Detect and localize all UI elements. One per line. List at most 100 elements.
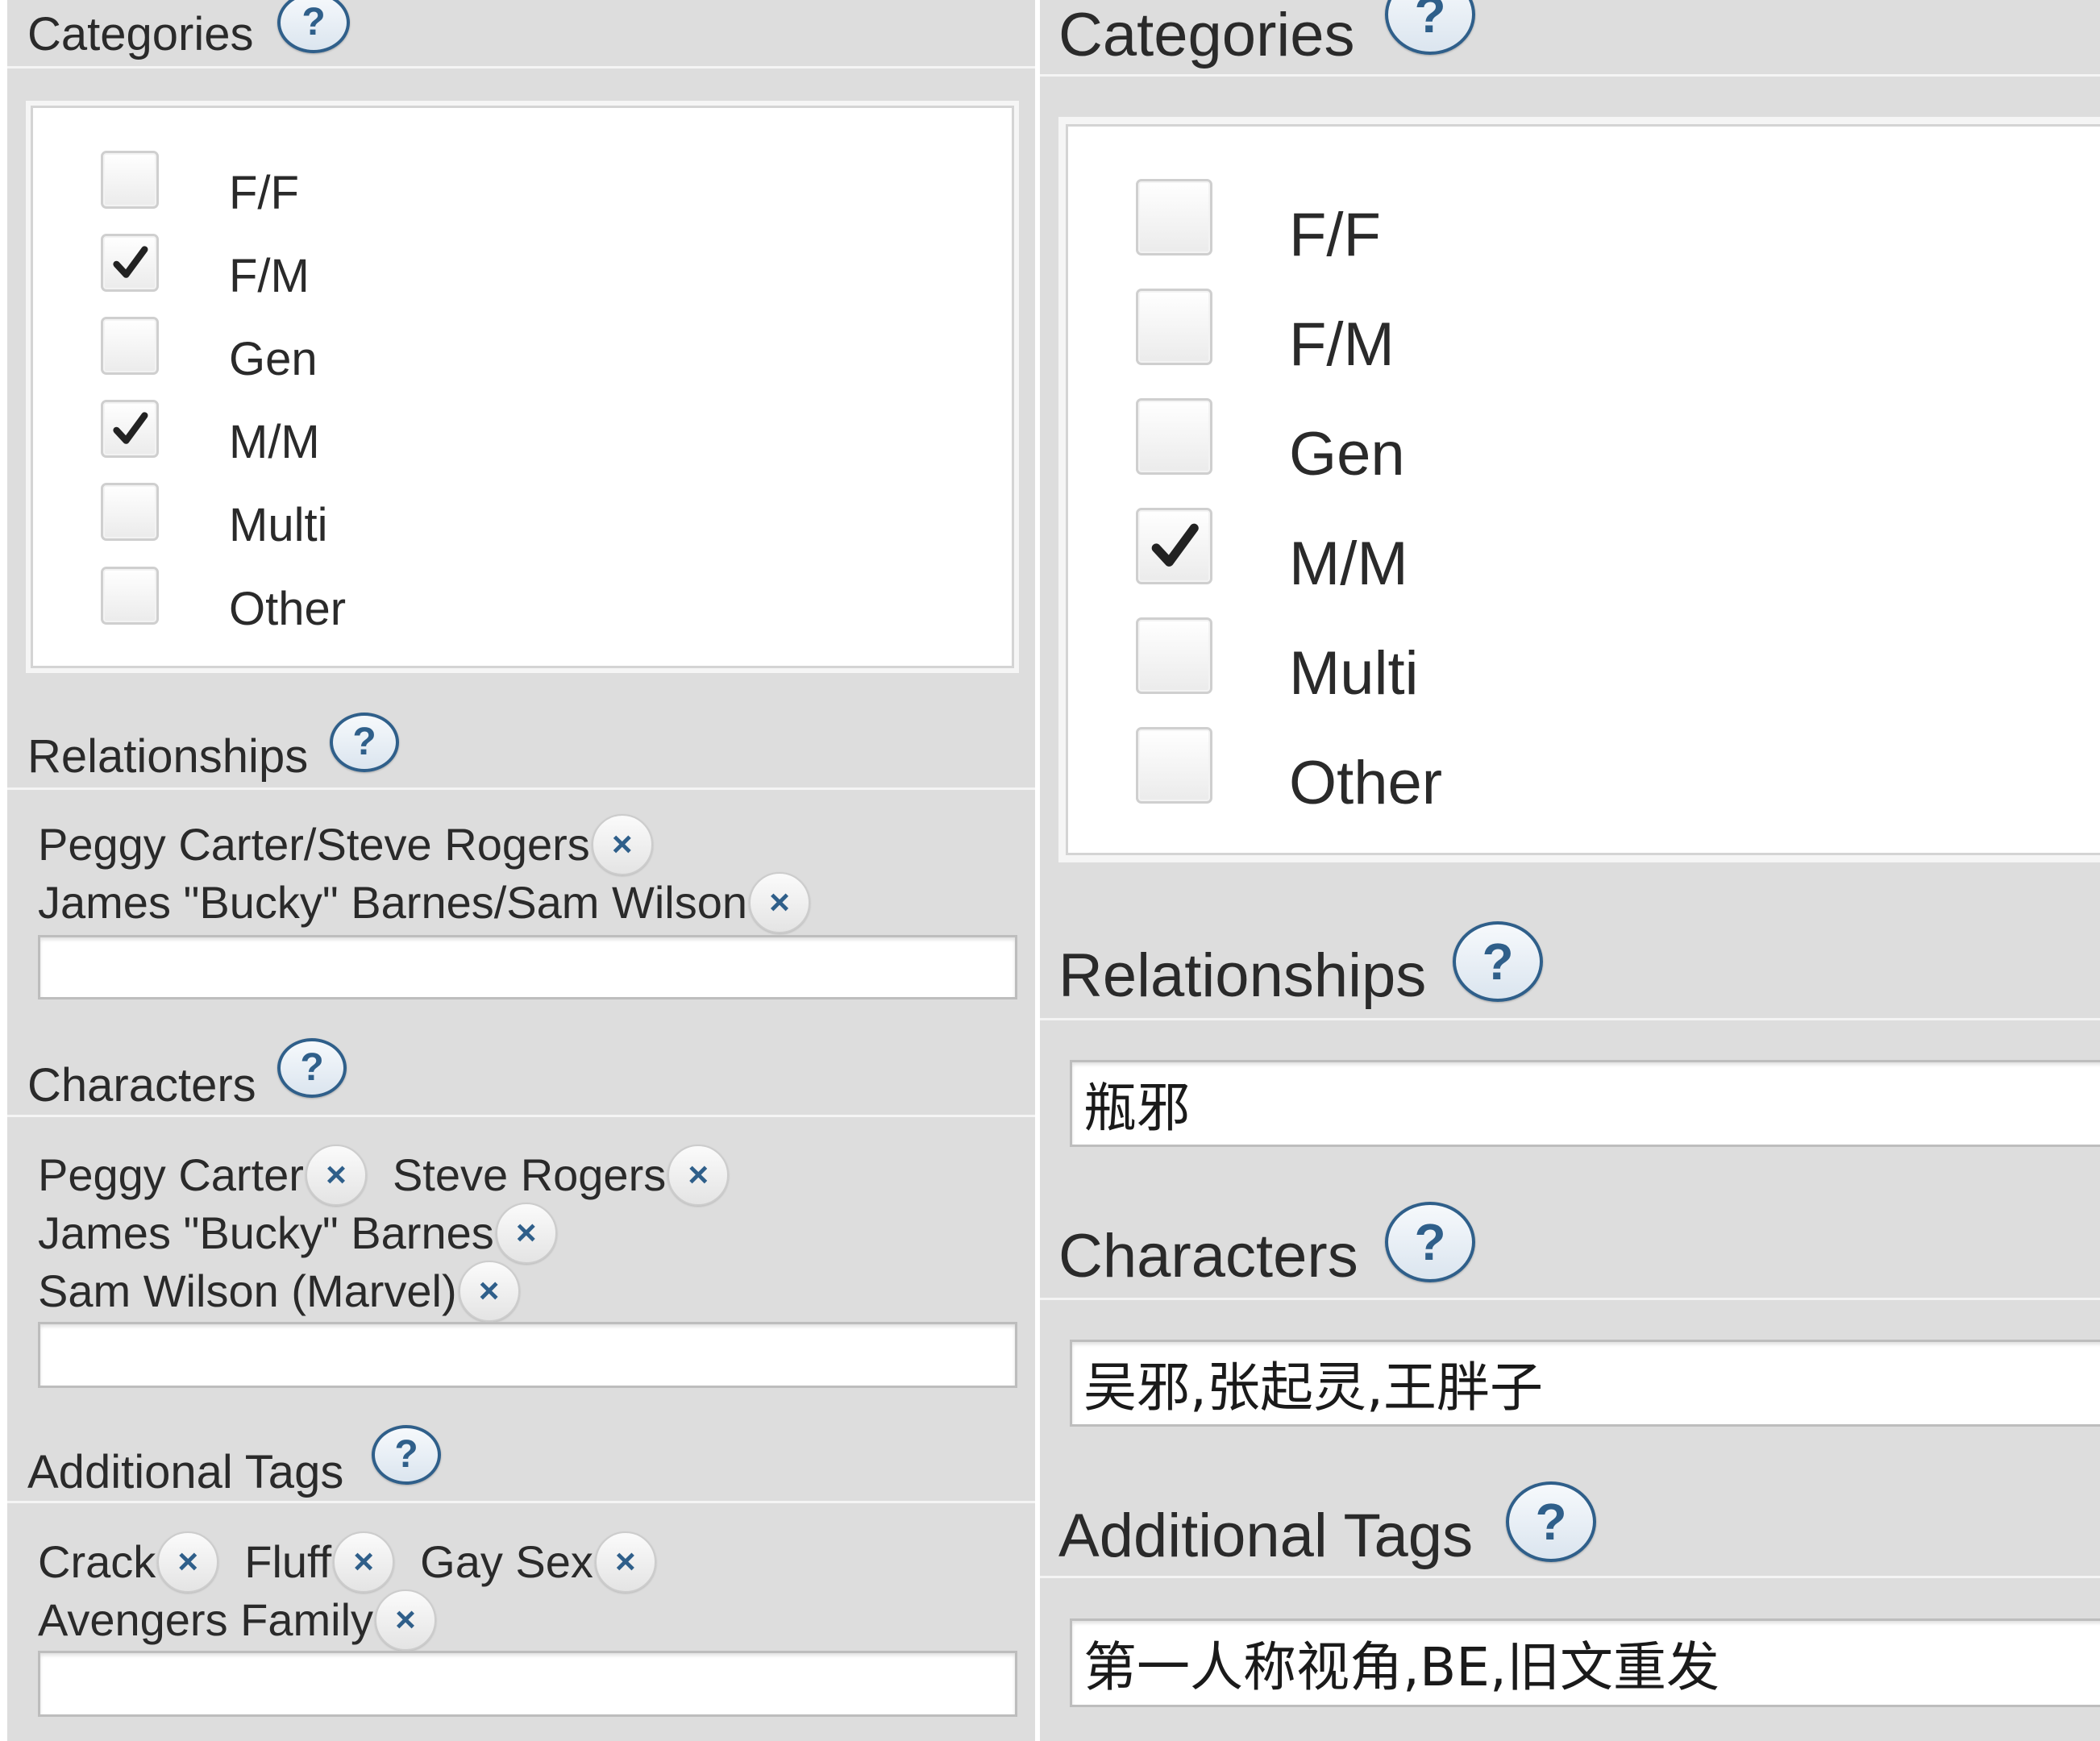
additional-tag: Gay Sex × (420, 1531, 656, 1593)
category-option-multi[interactable] (1136, 617, 1212, 694)
characters-help-icon[interactable]: ? (1385, 1202, 1475, 1282)
relationships-header: Relationships ? (7, 709, 1035, 790)
characters-header: Characters ? (1040, 1195, 2100, 1300)
category-option-mm[interactable] (101, 400, 159, 458)
remove-tag-icon[interactable]: × (458, 1261, 520, 1322)
category-checkbox[interactable] (101, 483, 159, 541)
categories-help-icon[interactable]: ? (1385, 0, 1475, 55)
relationship-tag: Peggy Carter/Steve Rogers × (38, 814, 653, 875)
category-label: Gen (1289, 420, 1405, 488)
categories-box: F/F F/M Gen M/M Multi Other (26, 101, 1019, 673)
category-checkbox[interactable] (101, 317, 159, 375)
character-tag: Sam Wilson (Marvel) × (38, 1261, 520, 1322)
categories-header: Categories ? (7, 0, 1035, 66)
relationships-divider (7, 787, 1035, 790)
checkmark-icon (113, 246, 148, 278)
category-option-gen[interactable] (1136, 398, 1212, 475)
additional-tags-input[interactable] (38, 1651, 1017, 1717)
additional-tag: Crack × (38, 1531, 219, 1593)
remove-tag-icon[interactable]: × (594, 1531, 656, 1593)
character-tag: James "Bucky" Barnes × (38, 1203, 557, 1264)
left-form-panel: Categories ? F/F F/M Gen M/M Multi Other… (7, 0, 1035, 1741)
additional-tags-help-icon[interactable]: ? (372, 1425, 441, 1485)
category-label: F/F (229, 167, 299, 219)
characters-input[interactable] (38, 1322, 1017, 1388)
relationships-input[interactable] (38, 935, 1017, 999)
characters-title: Characters (1058, 1222, 1358, 1290)
remove-tag-icon[interactable]: × (305, 1145, 367, 1206)
category-checkbox[interactable] (101, 400, 159, 458)
category-option-multi[interactable] (101, 483, 159, 541)
additional-tags-divider (7, 1501, 1035, 1503)
relationships-title: Relationships (1058, 941, 1427, 1010)
category-checkbox[interactable] (101, 567, 159, 625)
relationships-header: Relationships ? (1040, 915, 2100, 1020)
remove-tag-icon[interactable]: × (375, 1589, 437, 1651)
category-option-ff[interactable] (1136, 179, 1212, 256)
relationships-help-icon[interactable]: ? (1453, 921, 1543, 1002)
characters-help-icon[interactable]: ? (277, 1038, 347, 1098)
category-checkbox[interactable] (1136, 727, 1212, 804)
categories-divider (1040, 74, 2100, 77)
remove-tag-icon[interactable]: × (591, 814, 653, 875)
relationship-tag: James "Bucky" Barnes/Sam Wilson × (38, 872, 811, 933)
category-checkbox[interactable] (101, 234, 159, 292)
additional-tags-divider (1040, 1576, 2100, 1578)
remove-tag-icon[interactable]: × (667, 1145, 730, 1206)
categories-divider (7, 66, 1035, 69)
remove-tag-icon[interactable]: × (495, 1203, 557, 1264)
characters-divider (7, 1115, 1035, 1117)
category-label: Gen (229, 333, 318, 385)
characters-title: Characters (27, 1059, 256, 1111)
character-tag: Peggy Carter × (38, 1145, 367, 1206)
categories-header: Categories ? (1040, 0, 2100, 74)
category-checkbox[interactable] (101, 151, 159, 209)
additional-tags-header: Additional Tags ? (1040, 1475, 2100, 1580)
additional-tags-title: Additional Tags (1058, 1502, 1474, 1570)
relationships-help-icon[interactable]: ? (330, 713, 399, 772)
category-label: M/M (1289, 530, 1408, 598)
remove-tag-icon[interactable]: × (749, 872, 811, 933)
characters-input[interactable] (1070, 1340, 2100, 1427)
characters-divider (1040, 1298, 2100, 1300)
category-label: F/M (1289, 310, 1395, 379)
relationships-divider (1040, 1018, 2100, 1020)
category-label: Other (1289, 749, 1443, 817)
additional-tags-input[interactable] (1070, 1618, 2100, 1707)
category-option-mm[interactable] (1136, 508, 1212, 584)
remove-tag-icon[interactable]: × (157, 1531, 219, 1593)
category-label: Multi (1289, 639, 1419, 708)
category-checkbox[interactable] (1136, 508, 1212, 584)
additional-tag: Avengers Family × (38, 1589, 437, 1651)
category-checkbox[interactable] (1136, 289, 1212, 365)
categories-box: F/F F/M Gen M/M Multi Other (1058, 117, 2100, 862)
category-option-ff[interactable] (101, 151, 159, 209)
category-option-other[interactable] (1136, 727, 1212, 804)
relationships-input[interactable] (1070, 1060, 2100, 1147)
category-checkbox[interactable] (1136, 617, 1212, 694)
checkmark-icon (113, 412, 148, 444)
category-option-fm[interactable] (1136, 289, 1212, 365)
category-option-gen[interactable] (101, 317, 159, 375)
checkmark-icon (1151, 523, 1199, 567)
additional-tags-title: Additional Tags (27, 1446, 344, 1498)
category-checkbox[interactable] (1136, 179, 1212, 256)
category-option-other[interactable] (101, 567, 159, 625)
categories-title: Categories (27, 8, 254, 60)
characters-header: Characters ? (7, 1038, 1035, 1119)
category-label: Multi (229, 499, 328, 551)
remove-tag-icon[interactable]: × (333, 1531, 395, 1593)
relationships-title: Relationships (27, 730, 309, 783)
categories-title: Categories (1058, 1, 1355, 69)
category-checkbox[interactable] (1136, 398, 1212, 475)
character-tag: Steve Rogers × (393, 1145, 730, 1206)
additional-tags-help-icon[interactable]: ? (1506, 1481, 1596, 1562)
category-label: F/M (229, 250, 310, 302)
additional-tags-header: Additional Tags ? (7, 1425, 1035, 1506)
category-option-fm[interactable] (101, 234, 159, 292)
categories-help-icon[interactable]: ? (277, 0, 350, 53)
category-label: M/M (229, 416, 320, 468)
category-label: F/F (1289, 201, 1381, 269)
category-label: Other (229, 583, 347, 635)
right-form-panel: Categories ? F/F F/M Gen M/M Multi Other… (1040, 0, 2100, 1741)
